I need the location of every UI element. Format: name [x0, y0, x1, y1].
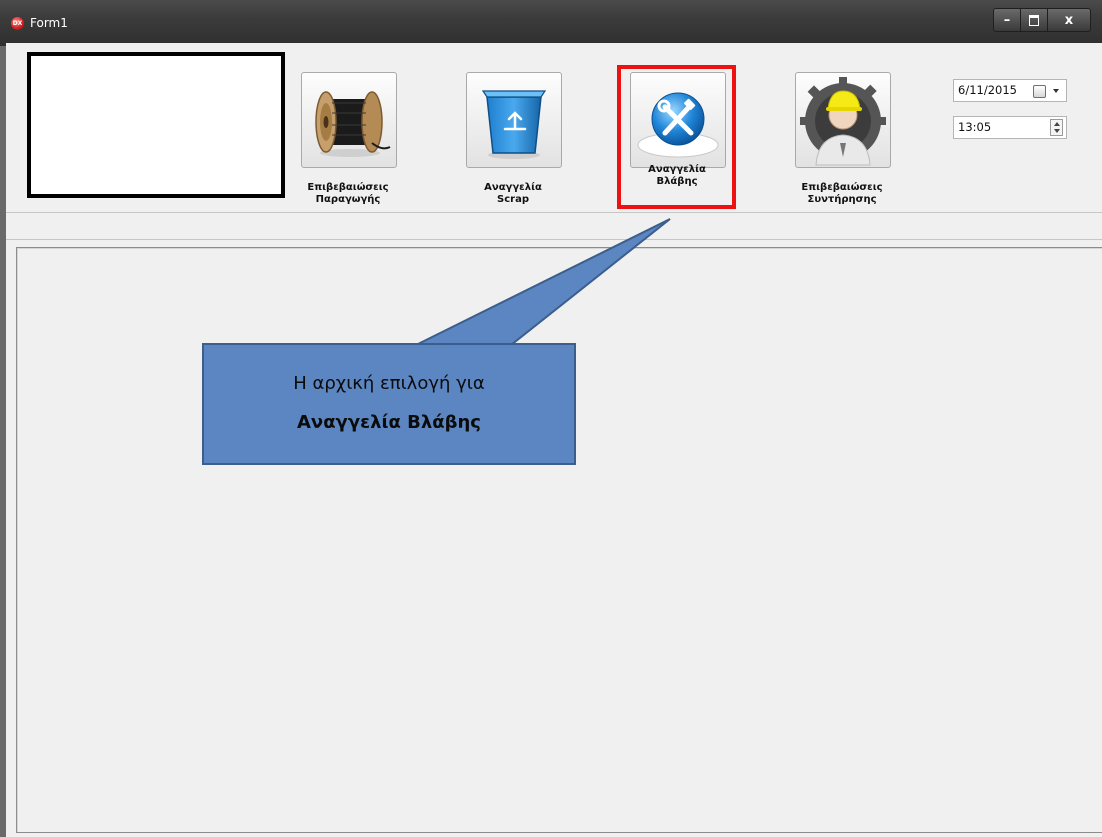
- window-controls: – x: [993, 8, 1091, 32]
- window-title: Form1: [30, 16, 68, 30]
- form-client-area: Επιβεβαιώσεις Παραγωγής Αναγγελία Scrap: [6, 43, 1102, 837]
- minimize-button[interactable]: –: [993, 8, 1021, 32]
- callout-annotation: Η αρχική επιλογή για Αναγγελία Βλάβης: [202, 343, 576, 465]
- minimize-icon: –: [1003, 12, 1011, 28]
- app-icon: DX: [11, 17, 24, 30]
- maximize-button[interactable]: [1021, 8, 1048, 32]
- maximize-icon: [1029, 14, 1039, 26]
- close-button[interactable]: x: [1048, 8, 1091, 32]
- callout-line2: Αναγγελία Βλάβης: [297, 412, 481, 433]
- callout-line1: Η αρχική επιλογή για: [293, 373, 485, 394]
- close-icon: x: [1064, 12, 1074, 28]
- title-bar: DX Form1 – x: [0, 0, 1102, 46]
